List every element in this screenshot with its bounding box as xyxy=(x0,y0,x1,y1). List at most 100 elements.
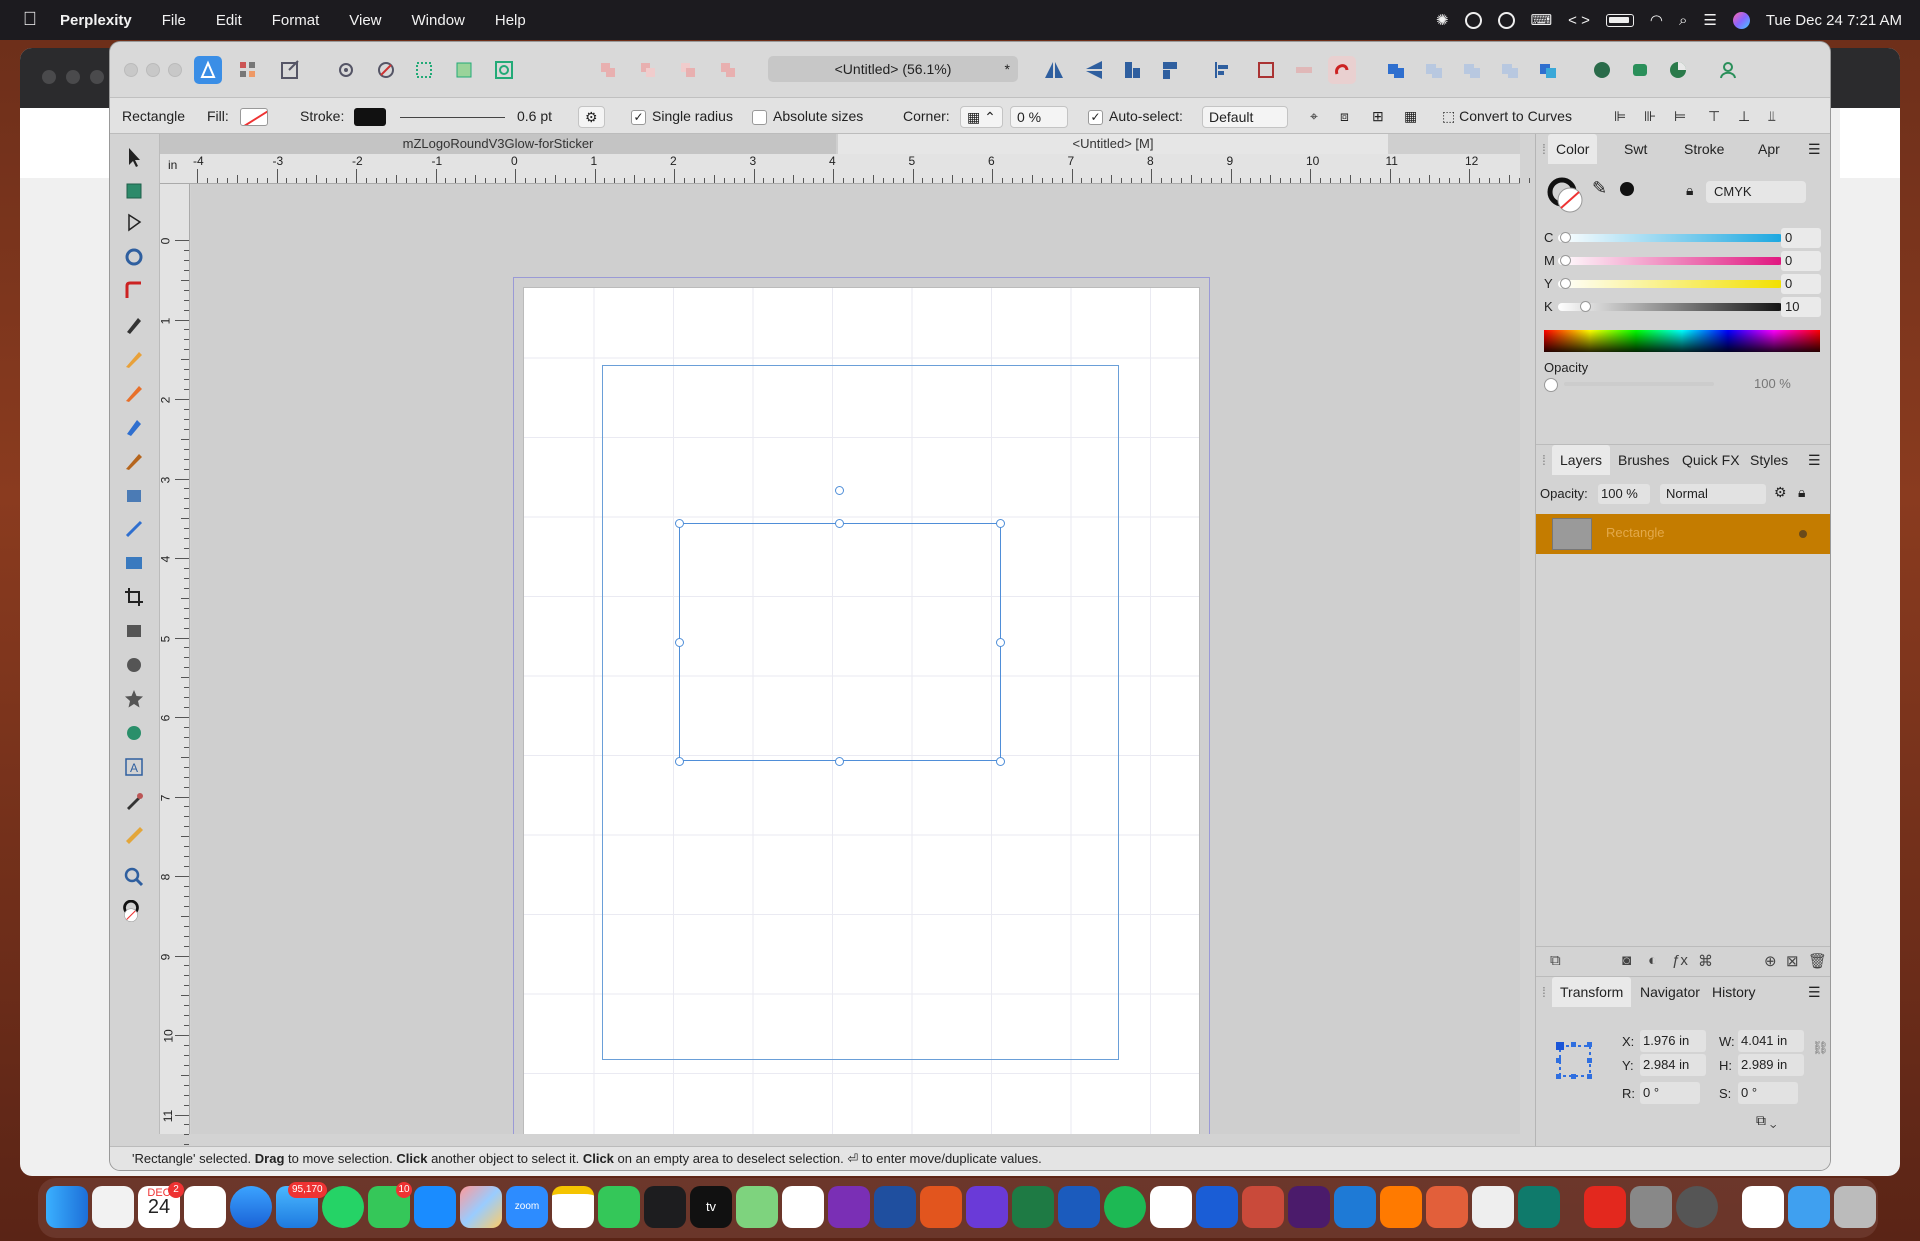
pen-tool-icon[interactable] xyxy=(121,312,147,338)
tab-transform[interactable]: Transform xyxy=(1552,977,1632,1007)
zoom-icon[interactable]: zoom xyxy=(506,1186,548,1228)
view-grid-icon[interactable] xyxy=(410,56,438,84)
tab-stroke[interactable]: Stroke xyxy=(1684,134,1724,164)
anchor-selector-icon[interactable] xyxy=(1554,1040,1596,1082)
channel-k-slider[interactable] xyxy=(1558,301,1783,312)
align-left-icon[interactable]: ⊫ xyxy=(1614,98,1626,134)
handle-bottom[interactable] xyxy=(835,757,844,766)
handle-top-right[interactable] xyxy=(996,519,1005,528)
vector-brush-icon[interactable] xyxy=(121,380,147,406)
close-button[interactable] xyxy=(124,63,138,77)
shear-field[interactable]: 0 ° xyxy=(1738,1082,1798,1104)
handle-top[interactable] xyxy=(835,519,844,528)
search-icon[interactable]: ⌕ xyxy=(1679,12,1687,29)
whatsapp-icon[interactable] xyxy=(322,1186,364,1228)
menu-file[interactable]: File xyxy=(147,12,201,29)
auto-select-checkbox[interactable]: ✓ Auto-select: xyxy=(1088,98,1183,134)
tab-swatches[interactable]: Swt xyxy=(1624,134,1647,164)
zoom-button[interactable] xyxy=(168,63,182,77)
keyboard-icon[interactable]: ⌨ xyxy=(1531,11,1553,29)
fontlab-icon[interactable] xyxy=(1380,1186,1422,1228)
bug-icon[interactable]: ✺ xyxy=(1436,11,1449,29)
siri-icon[interactable] xyxy=(1732,11,1750,29)
transform-options-icon[interactable]: ⧉ ⌄ xyxy=(1756,1112,1777,1129)
channel-m-value[interactable]: 0 xyxy=(1781,251,1821,271)
pattern-app-icon[interactable] xyxy=(1242,1186,1284,1228)
star-tool-icon[interactable] xyxy=(121,686,147,712)
tab-brushes[interactable]: Brushes xyxy=(1618,445,1669,475)
vscode-icon[interactable] xyxy=(1334,1186,1376,1228)
app-store-icon[interactable] xyxy=(414,1186,456,1228)
channel-c-value[interactable]: 0 xyxy=(1781,228,1821,248)
handle-left[interactable] xyxy=(675,638,684,647)
paint-brush-icon[interactable] xyxy=(121,448,147,474)
printer-icon[interactable] xyxy=(1630,1186,1672,1228)
pencil-tool-icon[interactable] xyxy=(121,346,147,372)
node-tool-icon[interactable] xyxy=(121,210,147,236)
handle-bottom-left[interactable] xyxy=(675,757,684,766)
pencil-app-icon[interactable] xyxy=(1472,1186,1514,1228)
vertical-ruler[interactable]: 0 1 2 3 4 5 6 7 8 9 10 11 xyxy=(158,184,190,1166)
add-layer-icon[interactable]: ⊕ xyxy=(1764,952,1777,970)
opacity-slider[interactable] xyxy=(1564,382,1714,386)
color-spectrum[interactable] xyxy=(1544,330,1820,352)
show-bbox-icon[interactable]: ⧈ xyxy=(1340,98,1349,134)
settings-gear-icon[interactable] xyxy=(332,56,360,84)
color-model-dropdown[interactable]: CMYK xyxy=(1706,181,1806,203)
document-icon[interactable] xyxy=(1742,1186,1784,1228)
single-radius-checkbox[interactable]: ✓ Single radius xyxy=(631,98,733,134)
align-icon[interactable] xyxy=(1208,56,1236,84)
text-tool-icon[interactable]: A xyxy=(121,754,147,780)
fill-stroke-icon[interactable] xyxy=(1546,176,1590,220)
photos-icon[interactable] xyxy=(782,1186,824,1228)
channel-m-slider[interactable] xyxy=(1558,255,1783,266)
transparency-tool-icon[interactable] xyxy=(121,482,147,508)
selected-rectangle[interactable] xyxy=(679,523,1001,761)
tab-appearance[interactable]: Apr xyxy=(1758,134,1780,164)
boolean-xor-icon[interactable] xyxy=(714,56,742,84)
rotate-right-icon[interactable] xyxy=(1156,56,1184,84)
color-picker-icon[interactable] xyxy=(121,788,147,814)
affinity-publisher-icon[interactable] xyxy=(184,1186,226,1228)
time-machine-icon[interactable] xyxy=(1497,11,1515,29)
safari-icon[interactable] xyxy=(230,1186,272,1228)
boolean-subtract-icon[interactable] xyxy=(634,56,662,84)
place-image-icon[interactable] xyxy=(121,550,147,576)
panel-menu-icon[interactable]: ☰ xyxy=(1808,445,1821,475)
studio-icon[interactable] xyxy=(1664,56,1692,84)
fill-stroke-swatch-icon[interactable] xyxy=(118,899,150,948)
snapping-icon[interactable] xyxy=(372,56,400,84)
clock[interactable]: Tue Dec 24 7:21 AM xyxy=(1766,12,1902,29)
finder-icon[interactable] xyxy=(46,1186,88,1228)
menu-help[interactable]: Help xyxy=(480,12,541,29)
minimize-button[interactable] xyxy=(146,63,160,77)
layer-row-rectangle[interactable]: Rectangle xyxy=(1536,514,1830,554)
insert-inside-icon[interactable] xyxy=(1382,56,1410,84)
y-field[interactable]: 2.984 in xyxy=(1640,1054,1706,1076)
apple-tv-icon[interactable]: tv xyxy=(690,1186,732,1228)
show-handles-icon[interactable]: ⊞ xyxy=(1372,98,1384,134)
rotation-field[interactable]: 0 ° xyxy=(1640,1082,1700,1104)
wifi-icon[interactable]: ◠ xyxy=(1650,11,1663,29)
h-field[interactable]: 2.989 in xyxy=(1738,1054,1804,1076)
measure-tool-icon[interactable] xyxy=(121,822,147,848)
x-field[interactable]: 1.976 in xyxy=(1640,1030,1706,1052)
system-settings-icon[interactable] xyxy=(1676,1186,1718,1228)
rotate-left-icon[interactable] xyxy=(1118,56,1146,84)
insert-top-icon[interactable] xyxy=(1496,56,1524,84)
apple-menu-icon[interactable]:  xyxy=(0,9,60,31)
boolean-intersect-icon[interactable] xyxy=(674,56,702,84)
trash-icon[interactable]: 🗑︎ xyxy=(1808,952,1827,970)
current-color-dot[interactable] xyxy=(1620,182,1634,196)
layer-lock-icon[interactable]: 🔒︎ xyxy=(1798,484,1805,501)
boolean-add-icon[interactable] xyxy=(594,56,622,84)
tab-navigator[interactable]: Navigator xyxy=(1640,977,1700,1007)
arrange-icon[interactable] xyxy=(1252,56,1280,84)
acrobat-icon[interactable] xyxy=(1584,1186,1626,1228)
channel-y-value[interactable]: 0 xyxy=(1781,274,1821,294)
menu-format[interactable]: Format xyxy=(257,12,335,29)
channel-k-value[interactable]: 10 xyxy=(1781,297,1821,317)
channel-c-slider[interactable] xyxy=(1558,232,1783,243)
transform-origin-icon[interactable]: ⌖ xyxy=(1310,98,1318,134)
view-clip-icon[interactable] xyxy=(490,56,518,84)
